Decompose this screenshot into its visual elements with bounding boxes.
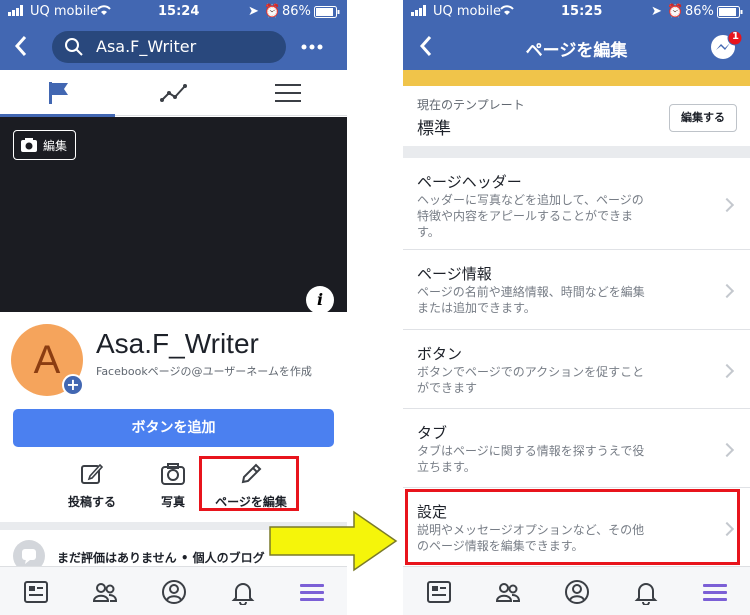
menu-item-title: タブ bbox=[417, 424, 448, 442]
template-value: 標準 bbox=[417, 119, 451, 139]
chevron-right-icon bbox=[719, 442, 735, 458]
news-feed-icon[interactable] bbox=[23, 579, 49, 605]
menu-item-desc: タブはページに関する情報を探すうえで役 立ちます。 bbox=[417, 444, 645, 474]
menu-item-title: ページヘッダー bbox=[417, 173, 522, 191]
carrier-label: UQ mobile bbox=[30, 4, 98, 19]
info-icon[interactable]: i bbox=[306, 286, 334, 314]
battery-percent: 86% bbox=[282, 4, 311, 19]
search-input[interactable]: Asa.F_Writer bbox=[52, 31, 286, 63]
page-tabs bbox=[0, 70, 347, 117]
news-feed-icon[interactable] bbox=[426, 579, 452, 605]
camera-icon bbox=[20, 137, 38, 156]
template-edit-button[interactable]: 編集する bbox=[669, 104, 737, 132]
cover-photo: 編集 i bbox=[0, 117, 347, 314]
signal-icon bbox=[8, 4, 26, 20]
menu-icon[interactable] bbox=[702, 579, 728, 605]
friends-icon[interactable] bbox=[92, 579, 118, 605]
tab-insights[interactable] bbox=[116, 70, 231, 116]
menu-item-page-info[interactable]: ページ情報 ページの名前や連絡情報、時間などを編集 または追加できます。 bbox=[403, 250, 750, 330]
profile-icon[interactable] bbox=[161, 579, 187, 605]
menu-item-desc: ヘッダーに写真などを追加して、ページの 特徴や内容をアピールすることができま す。 bbox=[417, 193, 644, 239]
bottom-tab-bar bbox=[403, 566, 750, 615]
add-photo-icon[interactable]: + bbox=[62, 374, 84, 396]
cover-edit-label: 編集 bbox=[43, 139, 68, 153]
location-icon: ➤ bbox=[248, 4, 259, 19]
carrier-label: UQ mobile bbox=[433, 4, 501, 19]
messenger-badge: 1 bbox=[732, 31, 739, 42]
highlight-box bbox=[405, 489, 740, 565]
back-chevron-icon[interactable] bbox=[14, 35, 28, 61]
search-text: Asa.F_Writer bbox=[96, 37, 197, 56]
page-title: Asa.F_Writer bbox=[96, 328, 259, 359]
status-time: 15:25 bbox=[561, 4, 603, 19]
chevron-right-icon bbox=[719, 283, 735, 299]
photo-label: 写真 bbox=[160, 495, 185, 509]
status-bar: UQ mobile 15:25 ➤ ⏰ 86% bbox=[403, 0, 750, 24]
chevron-right-icon bbox=[719, 197, 735, 213]
more-options-icon[interactable] bbox=[300, 37, 324, 61]
tab-page[interactable] bbox=[0, 70, 115, 117]
username-prompt[interactable]: Facebookページの@ユーザーネームを作成 bbox=[96, 364, 336, 380]
review-text: まだ評価はありません • 個人のブログ bbox=[57, 551, 265, 565]
camera-icon bbox=[160, 463, 186, 489]
chevron-right-icon bbox=[719, 363, 735, 379]
battery-icon bbox=[717, 6, 743, 22]
wifi-icon bbox=[499, 4, 515, 20]
profile-icon[interactable] bbox=[564, 579, 590, 605]
status-time: 15:24 bbox=[158, 4, 200, 19]
template-section: 現在のテンプレート 標準 編集する bbox=[403, 86, 750, 146]
nav-bar: ページを編集 1 bbox=[403, 24, 750, 70]
hamburger-icon bbox=[275, 83, 301, 107]
alarm-icon: ⏰ bbox=[667, 4, 684, 19]
wifi-icon bbox=[96, 4, 112, 20]
search-icon bbox=[64, 37, 84, 61]
battery-icon bbox=[314, 6, 340, 22]
post-action[interactable]: 投稿する bbox=[62, 462, 122, 510]
bell-icon[interactable] bbox=[230, 579, 256, 606]
menu-item-desc: ページの名前や連絡情報、時間などを編集 または追加できます。 bbox=[417, 285, 645, 315]
status-bar: UQ mobile 15:24 ➤ ⏰ 86% bbox=[0, 0, 347, 24]
nav-bar: Asa.F_Writer bbox=[0, 24, 347, 70]
menu-item-tabs[interactable]: タブ タブはページに関する情報を探すうえで役 立ちます。 bbox=[403, 409, 750, 488]
highlight-box bbox=[199, 456, 299, 511]
signal-icon bbox=[411, 4, 429, 20]
menu-icon[interactable] bbox=[299, 579, 325, 605]
template-label: 現在のテンプレート bbox=[417, 98, 525, 112]
photo-action[interactable]: 写真 bbox=[150, 462, 196, 510]
menu-item-title: ページ情報 bbox=[417, 265, 492, 283]
menu-item-title: ボタン bbox=[417, 345, 463, 363]
bell-icon[interactable] bbox=[633, 579, 659, 606]
menu-item-page-header[interactable]: ページヘッダー ヘッダーに写真などを追加して、ページの 特徴や内容をアピールするこ… bbox=[403, 158, 750, 250]
bottom-tab-bar bbox=[0, 566, 347, 615]
add-button-button[interactable]: ボタンを追加 bbox=[13, 409, 334, 447]
menu-item-button[interactable]: ボタン ボタンでページでのアクションを促すこと ができます bbox=[403, 330, 750, 409]
page-title: ページを編集 bbox=[525, 41, 628, 61]
yellow-arrow bbox=[269, 510, 398, 572]
friends-icon[interactable] bbox=[495, 579, 521, 605]
battery-percent: 86% bbox=[685, 4, 714, 19]
tab-menu[interactable] bbox=[232, 70, 347, 116]
cover-strip bbox=[403, 70, 750, 86]
alarm-icon: ⏰ bbox=[264, 4, 281, 19]
flag-icon bbox=[46, 80, 72, 110]
menu-item-desc: ボタンでページでのアクションを促すこと ができます bbox=[417, 365, 645, 395]
location-icon: ➤ bbox=[651, 4, 662, 19]
compose-icon bbox=[80, 463, 104, 489]
cover-edit-button[interactable]: 編集 bbox=[13, 130, 76, 160]
post-label: 投稿する bbox=[67, 495, 116, 509]
insights-graph-icon bbox=[160, 83, 188, 107]
